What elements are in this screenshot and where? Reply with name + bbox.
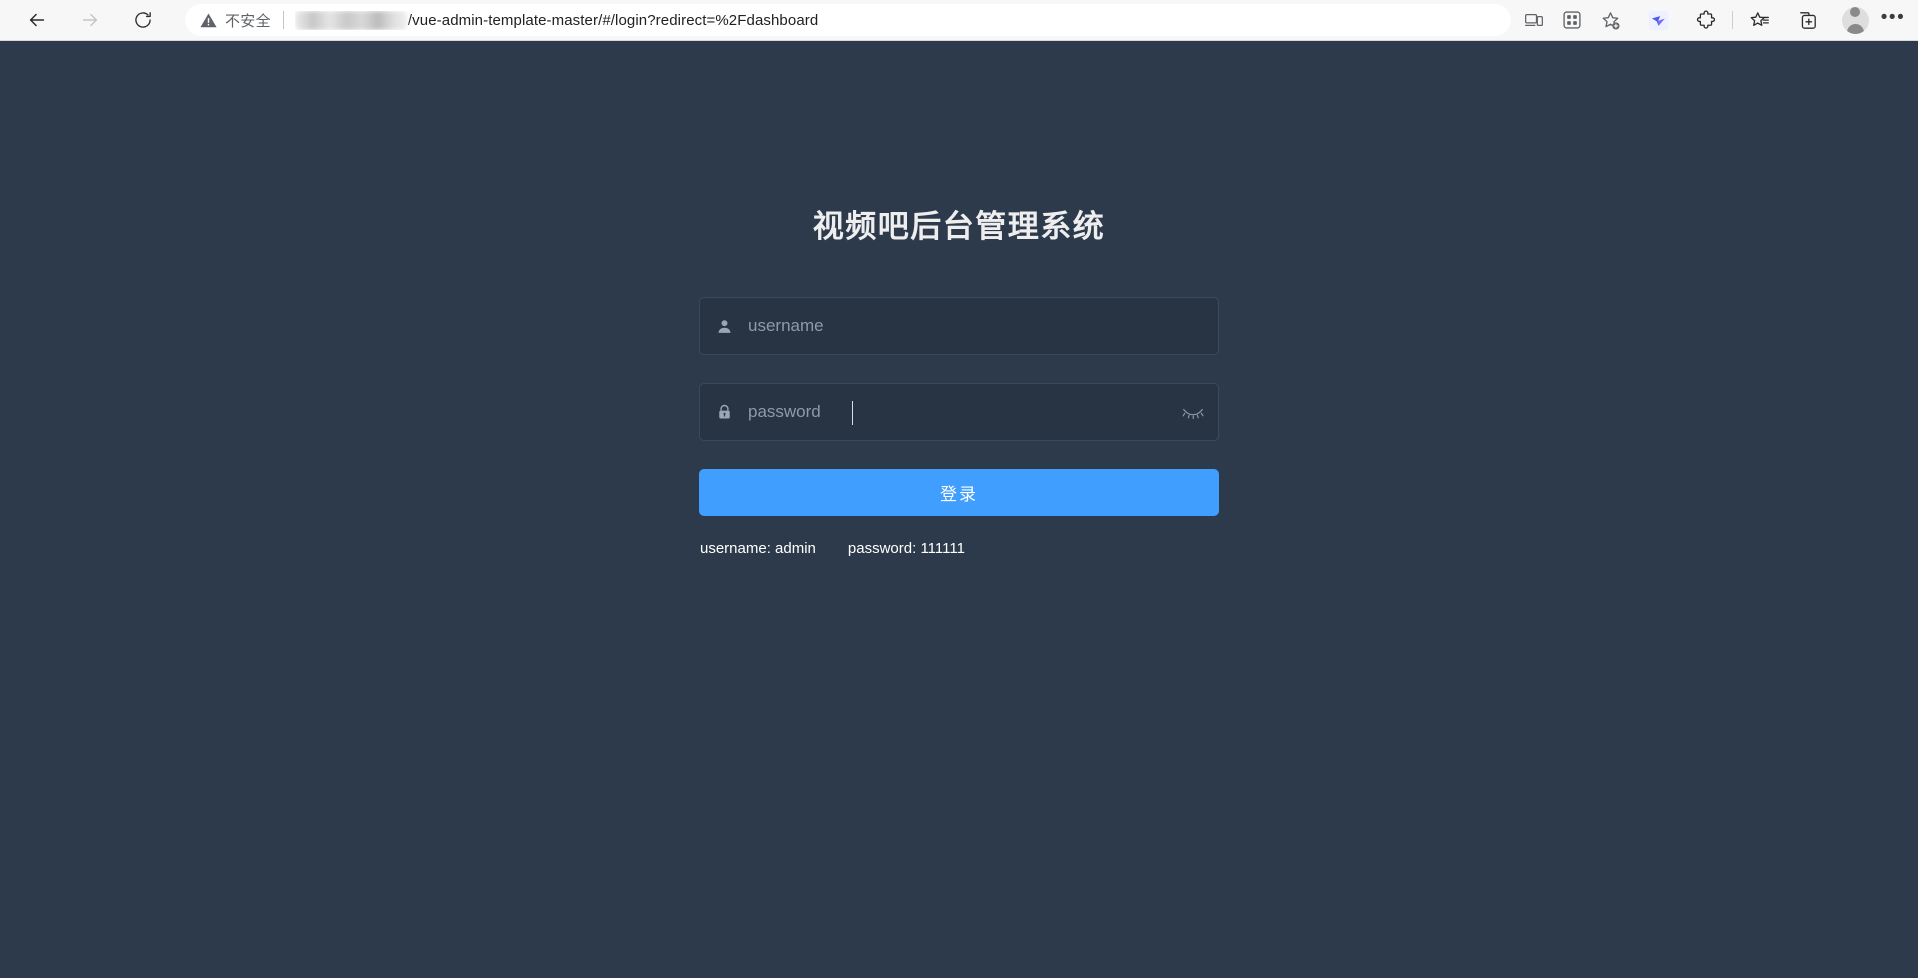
profile-avatar-icon: [1841, 6, 1869, 34]
extensions-puzzle-icon: [1696, 10, 1715, 29]
security-label: 不安全: [225, 12, 271, 30]
forward-arrow-icon: [82, 13, 98, 27]
forward-button[interactable]: [70, 4, 110, 36]
user-icon: [700, 318, 748, 335]
split-screen-icon: [1563, 11, 1581, 29]
redacted-host: [294, 10, 407, 30]
toolbar-divider: [1732, 11, 1733, 29]
text-cursor: [852, 401, 853, 425]
not-secure-glyph: [200, 13, 217, 27]
url-display[interactable]: /vue-admin-template-master/#/login?redir…: [294, 10, 819, 30]
lock-icon: [700, 403, 748, 421]
login-submit-button[interactable]: 登录: [699, 469, 1219, 516]
login-form-container: 视频吧后台管理系统 username password 登录 username:…: [699, 41, 1219, 557]
url-text: /vue-admin-template-master/#/login?redir…: [407, 11, 819, 29]
address-separator: [282, 11, 284, 29]
toggle-password-visibility-button[interactable]: [1174, 384, 1218, 440]
extension-bird-button[interactable]: [1641, 4, 1675, 36]
cast-device-button[interactable]: [1517, 4, 1551, 36]
add-favorite-button[interactable]: [1593, 4, 1627, 36]
add-favorite-icon: [1602, 11, 1620, 30]
favorites-list-icon: [1750, 11, 1769, 26]
user-glyph: [718, 319, 730, 333]
password-hint: password: 111111: [847, 540, 965, 557]
back-button[interactable]: [17, 4, 57, 36]
username-input[interactable]: [748, 298, 1218, 354]
warning-triangle-icon[interactable]: [199, 11, 218, 30]
cast-device-icon: [1525, 13, 1543, 27]
back-arrow-icon: [29, 13, 45, 27]
login-page: 视频吧后台管理系统 username password 登录 username:…: [0, 41, 1918, 978]
split-screen-button[interactable]: [1555, 4, 1589, 36]
collections-add-icon: [1799, 11, 1816, 29]
favorites-button[interactable]: [1742, 4, 1776, 36]
profile-button[interactable]: [1838, 4, 1872, 36]
username-field-group[interactable]: [699, 297, 1219, 355]
password-field-group[interactable]: [699, 383, 1219, 441]
browser-settings-button[interactable]: •••: [1876, 4, 1910, 36]
address-bar[interactable]: 不安全 /vue-admin-template-master/#/login?r…: [185, 4, 1511, 36]
username-hint: username: admin: [700, 540, 816, 557]
reload-button[interactable]: [123, 4, 163, 36]
credentials-hint: username: admin password: 111111: [699, 540, 1219, 557]
page-title: 视频吧后台管理系统: [812, 209, 1106, 245]
toolbar-icon-group: •••: [1517, 4, 1910, 36]
extensions-button[interactable]: [1689, 4, 1723, 36]
more-options-icon: •••: [1880, 6, 1906, 28]
reload-icon: [135, 12, 151, 28]
eye-closed-icon: [1182, 408, 1204, 419]
browser-toolbar: 不安全 /vue-admin-template-master/#/login?r…: [0, 0, 1918, 41]
lock-glyph: [718, 404, 730, 419]
password-input[interactable]: [748, 384, 1174, 440]
extension-bird-icon: [1648, 10, 1668, 30]
collections-button[interactable]: [1790, 4, 1824, 36]
